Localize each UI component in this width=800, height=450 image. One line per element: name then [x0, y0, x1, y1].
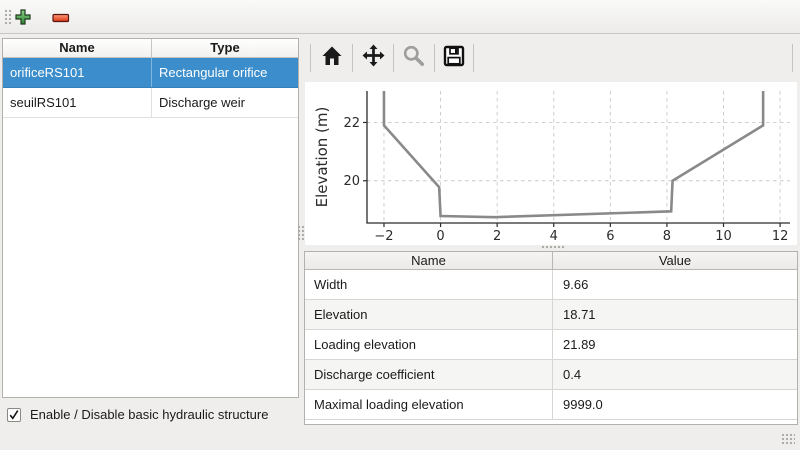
property-name: Elevation — [305, 300, 553, 329]
svg-text:6: 6 — [606, 229, 614, 244]
property-row-maximal-loading-elevation[interactable]: Maximal loading elevation 9999.0 — [305, 390, 797, 420]
column-header-type[interactable]: Type — [152, 39, 298, 57]
home-icon — [321, 45, 343, 70]
svg-text:22: 22 — [343, 116, 360, 131]
svg-text:10: 10 — [715, 229, 732, 244]
svg-text:−2: −2 — [374, 229, 393, 244]
property-value[interactable]: 9999.0 — [553, 390, 797, 419]
plot-canvas[interactable]: −2 0 2 4 6 8 10 12 20 22 — [305, 82, 797, 245]
vertical-splitter-handle[interactable] — [297, 225, 304, 242]
structures-table: Name Type orificeRS101 Rectangular orifi… — [2, 38, 299, 398]
toolbar-separator — [792, 44, 793, 72]
property-row-elevation[interactable]: Elevation 18.71 — [305, 300, 797, 330]
property-value[interactable]: 9.66 — [553, 270, 797, 299]
property-value[interactable]: 0.4 — [553, 360, 797, 389]
remove-structure-button[interactable] — [48, 7, 74, 29]
add-structure-button[interactable] — [10, 7, 36, 29]
table-row-weir[interactable]: seuilRS101 Discharge weir — [3, 88, 298, 118]
svg-text:12: 12 — [772, 229, 789, 244]
property-name: Loading elevation — [305, 330, 553, 359]
check-icon — [8, 409, 20, 421]
pan-button[interactable] — [356, 39, 390, 75]
toolbar-separator — [473, 44, 474, 72]
properties-table-header: Name Value — [305, 252, 797, 270]
structure-type: Discharge weir — [152, 88, 298, 117]
save-button[interactable] — [437, 39, 471, 75]
structure-name: seuilRS101 — [3, 88, 152, 117]
svg-text:2: 2 — [493, 229, 501, 244]
minus-icon — [52, 11, 70, 26]
property-name: Width — [305, 270, 553, 299]
structure-type: Rectangular orifice — [152, 58, 298, 87]
toolbar-separator — [434, 44, 435, 72]
enable-structure-checkbox[interactable]: Enable / Disable basic hydraulic structu… — [7, 406, 268, 424]
plus-icon — [15, 9, 31, 28]
horizontal-splitter-handle[interactable] — [541, 245, 566, 250]
cross-section-plot[interactable]: Elevation (m) −20246810122022 — [305, 82, 797, 245]
column-header-value[interactable]: Value — [553, 252, 797, 269]
properties-table: Name Value Width 9.66 Elevation 18.71 Lo… — [304, 251, 798, 425]
property-row-discharge-coefficient[interactable]: Discharge coefficient 0.4 — [305, 360, 797, 390]
checkbox-label: Enable / Disable basic hydraulic structu… — [30, 408, 268, 422]
property-value[interactable]: 21.89 — [553, 330, 797, 359]
pan-icon — [362, 44, 385, 70]
main-toolbar — [0, 0, 800, 34]
column-header-name[interactable]: Name — [3, 39, 152, 57]
zoom-icon — [402, 44, 426, 71]
plot-toolbar — [305, 36, 797, 82]
toolbar-separator — [393, 44, 394, 72]
toolbar-separator — [310, 44, 311, 72]
zoom-button[interactable] — [397, 39, 431, 75]
svg-text:4: 4 — [550, 229, 558, 244]
structures-table-header: Name Type — [3, 39, 298, 58]
svg-text:0: 0 — [436, 229, 444, 244]
property-name: Discharge coefficient — [305, 360, 553, 389]
column-header-name[interactable]: Name — [305, 252, 553, 269]
checkbox-box[interactable] — [7, 408, 21, 422]
save-icon — [443, 45, 465, 70]
property-value[interactable]: 18.71 — [553, 300, 797, 329]
svg-text:8: 8 — [663, 229, 671, 244]
property-name: Maximal loading elevation — [305, 390, 553, 419]
property-row-loading-elevation[interactable]: Loading elevation 21.89 — [305, 330, 797, 360]
structure-name: orificeRS101 — [3, 58, 152, 87]
svg-text:20: 20 — [343, 174, 360, 189]
property-row-width[interactable]: Width 9.66 — [305, 270, 797, 300]
toolbar-separator — [352, 44, 353, 72]
window-resize-grip[interactable] — [781, 433, 795, 446]
table-row-orifice[interactable]: orificeRS101 Rectangular orifice — [3, 58, 298, 88]
home-button[interactable] — [315, 39, 349, 75]
